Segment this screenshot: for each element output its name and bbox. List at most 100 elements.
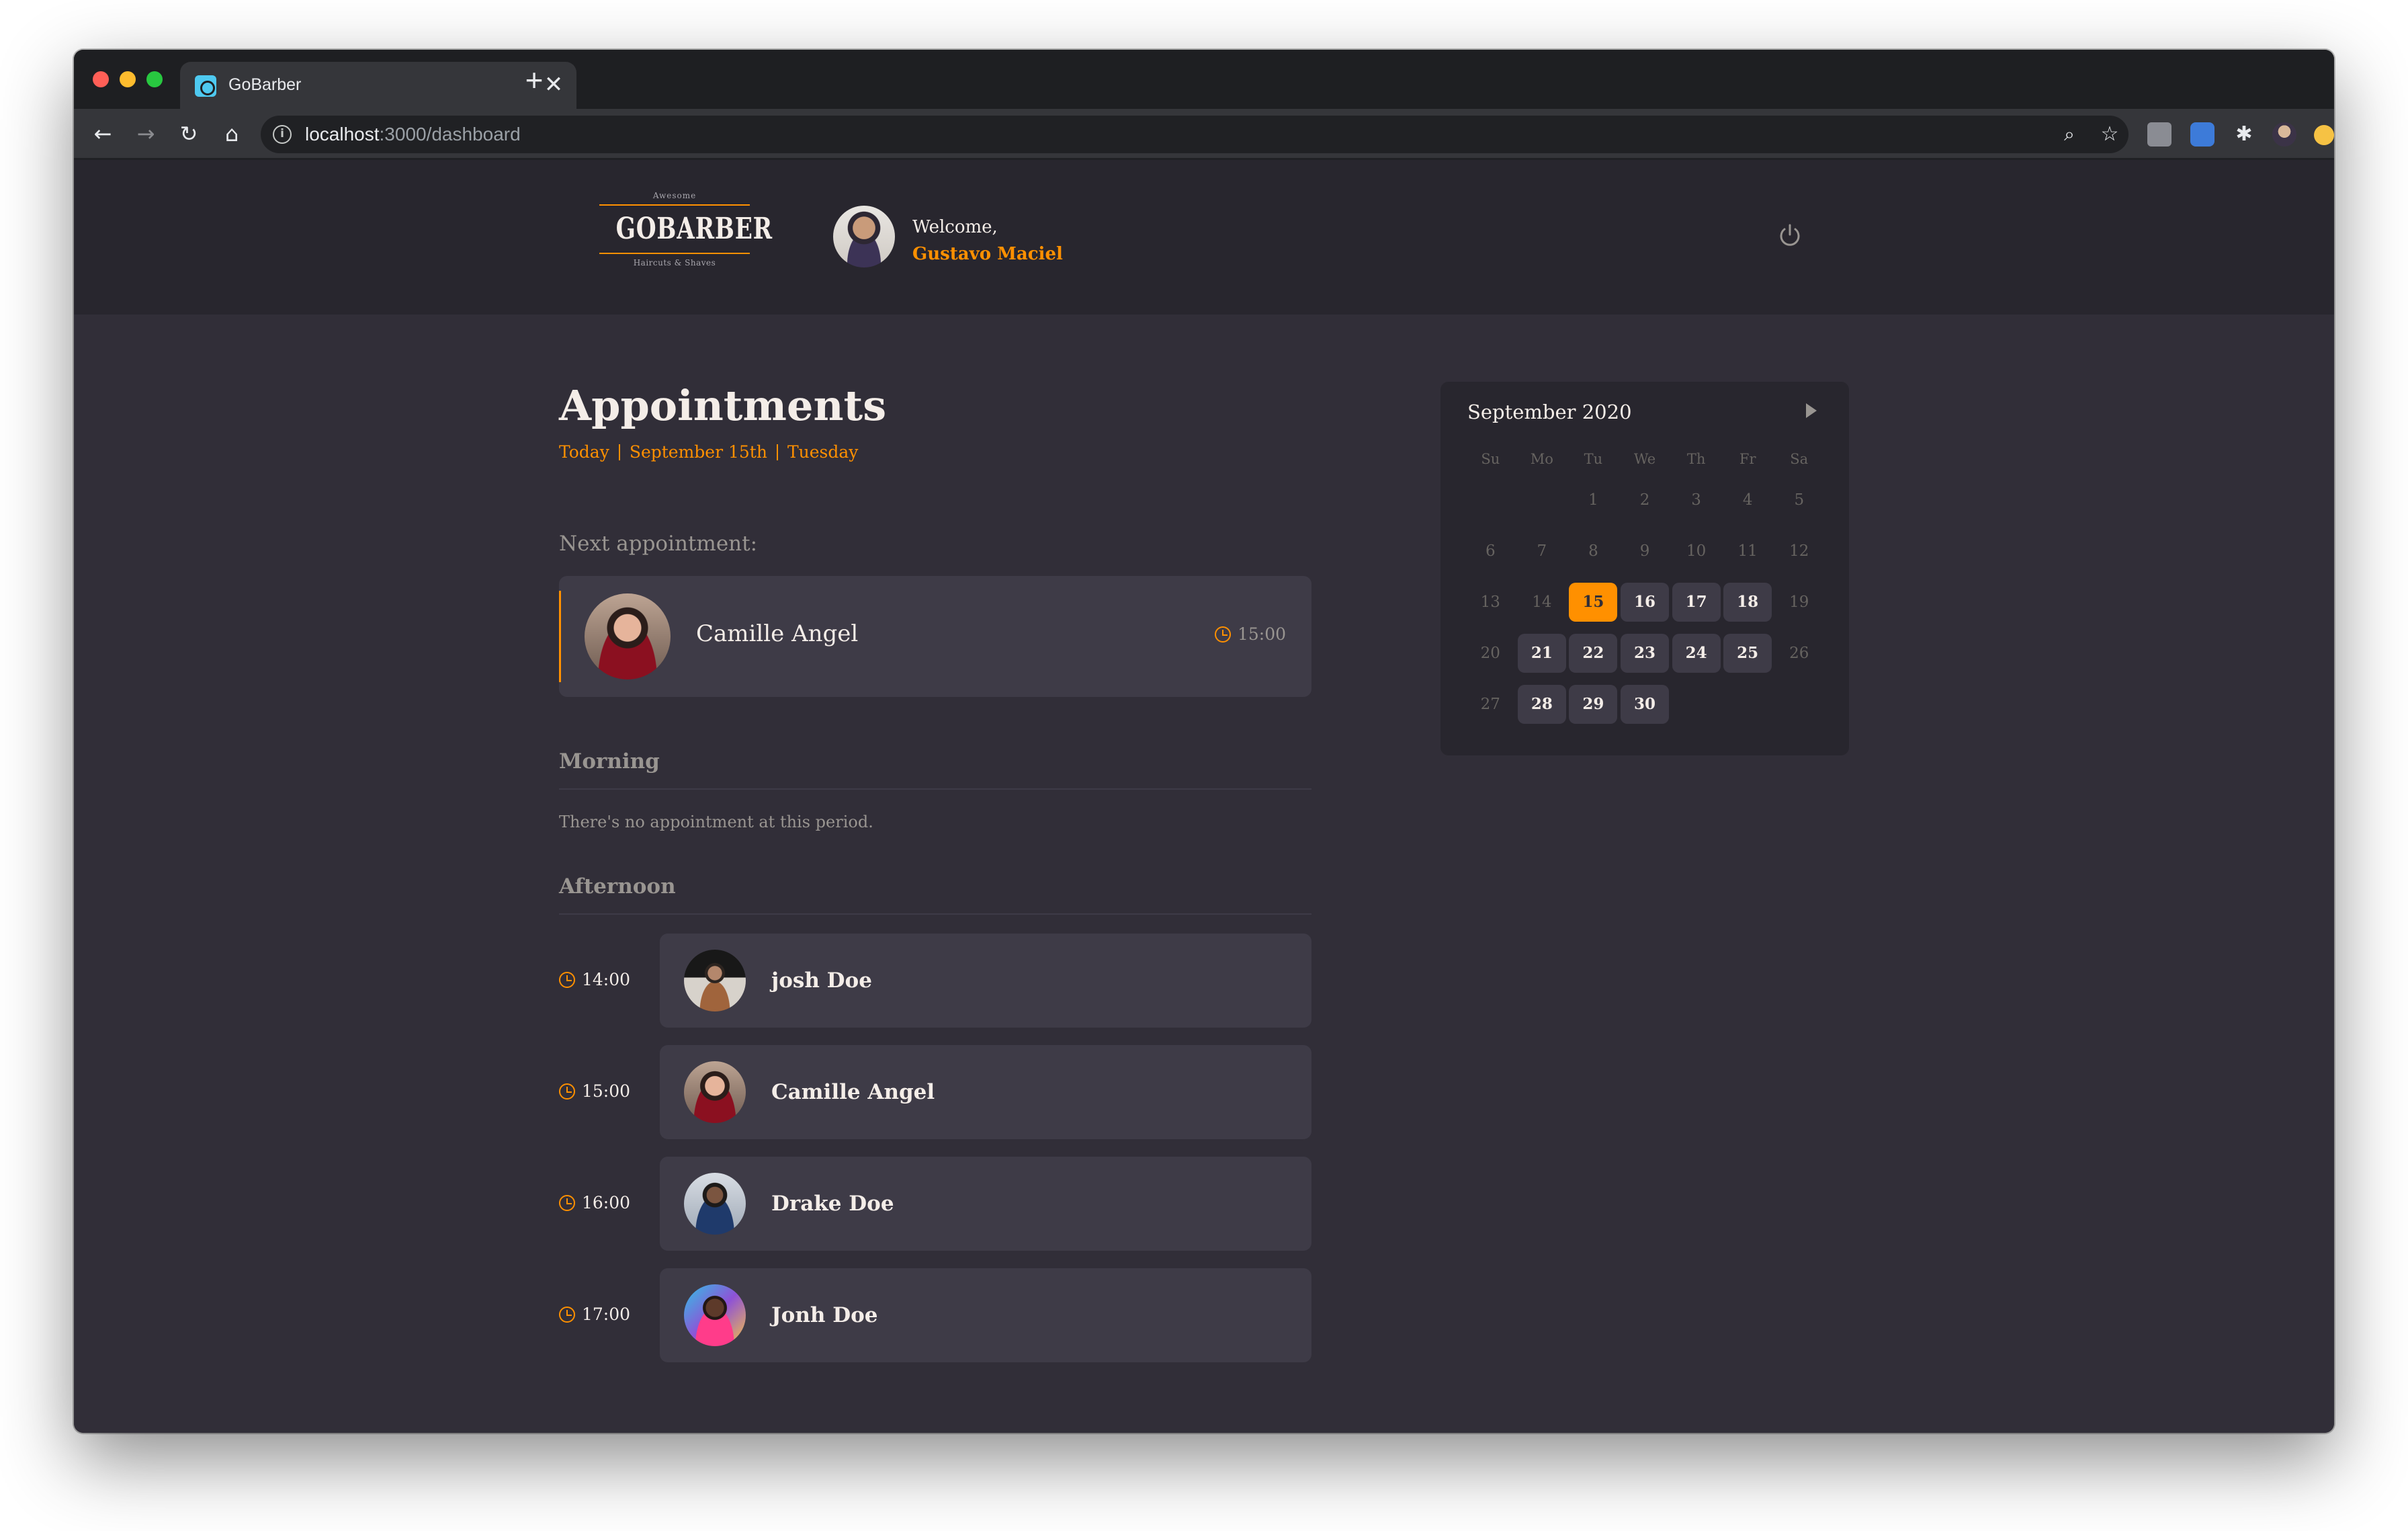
appointment-card[interactable]: Jonh Doe bbox=[660, 1268, 1312, 1362]
avatar bbox=[684, 1173, 746, 1235]
calendar-day-number: 29 bbox=[1569, 685, 1618, 724]
appointment-time: 14:00 bbox=[559, 970, 630, 989]
date-line: Today September 15th Tuesday bbox=[559, 442, 1312, 462]
url-text[interactable]: localhost:3000/dashboard bbox=[305, 124, 521, 145]
next-month-icon[interactable] bbox=[1806, 403, 1817, 418]
calendar-week-row: 1 2 3 4 5 bbox=[1465, 474, 1825, 526]
extension-icon[interactable] bbox=[2190, 122, 2214, 147]
forward-icon[interactable]: → bbox=[130, 118, 161, 149]
afternoon-list: 14:00 josh Doe 15:00 Camille Angel 16:00 bbox=[559, 934, 1312, 1362]
calendar-day: 13 bbox=[1465, 593, 1516, 611]
address-bar[interactable]: i localhost:3000/dashboard ⌕ ☆ bbox=[261, 116, 2128, 153]
calendar-week-row: 6 7 8 9 10 11 12 bbox=[1465, 526, 1825, 577]
calendar-day[interactable]: 18 bbox=[1722, 583, 1774, 622]
calendar-day: 5 bbox=[1773, 491, 1825, 509]
calendar-weekday: Tu bbox=[1584, 451, 1603, 467]
calendar-day[interactable]: 17 bbox=[1670, 583, 1722, 622]
close-window-button[interactable] bbox=[93, 71, 109, 87]
calendar-day: 10 bbox=[1670, 542, 1722, 560]
date-separator bbox=[618, 444, 620, 460]
calendar-day-number: 11 bbox=[1737, 542, 1758, 560]
calendar-day: 11 bbox=[1722, 542, 1774, 560]
profile-avatar-icon[interactable] bbox=[2272, 122, 2296, 147]
new-tab-button[interactable]: + bbox=[517, 63, 551, 97]
calendar-week-row: 27 28 29 30 bbox=[1465, 679, 1825, 730]
calendar-day: 7 bbox=[1516, 542, 1568, 560]
date-today: Today bbox=[559, 442, 609, 462]
appointment-row: 16:00 Drake Doe bbox=[559, 1157, 1312, 1251]
calendar-weekday: Fr bbox=[1739, 451, 1756, 467]
power-icon[interactable] bbox=[1776, 222, 1803, 249]
url-path: :3000/dashboard bbox=[379, 124, 521, 144]
calendar-day-number: 30 bbox=[1621, 685, 1670, 724]
back-icon[interactable]: ← bbox=[87, 118, 118, 149]
calendar-weekday: Su bbox=[1481, 451, 1500, 467]
next-appointment-name: Camille Angel bbox=[696, 620, 859, 647]
calendar-day[interactable]: 30 bbox=[1619, 685, 1671, 724]
appointment-time-text: 15:00 bbox=[582, 1081, 631, 1101]
calendar-day-number: 9 bbox=[1639, 542, 1650, 560]
calendar-day-number: 21 bbox=[1517, 634, 1566, 673]
logo-sub-text: Haircuts & Shaves bbox=[633, 258, 716, 267]
bookmark-star-icon[interactable]: ☆ bbox=[2098, 122, 2122, 147]
calendar-weekday-row: Su Mo Tu We Th Fr Sa bbox=[1465, 444, 1825, 474]
calendar-day[interactable]: 23 bbox=[1619, 634, 1671, 673]
reload-icon[interactable]: ↻ bbox=[173, 118, 204, 149]
appointment-time-text: 14:00 bbox=[582, 970, 631, 989]
user-name-link[interactable]: Gustavo Maciel bbox=[912, 241, 1063, 267]
calendar-day-number: 20 bbox=[1480, 645, 1500, 662]
info-icon[interactable]: i bbox=[273, 125, 292, 144]
next-appointment-label: Next appointment: bbox=[559, 532, 758, 556]
appointment-card[interactable]: josh Doe bbox=[660, 934, 1312, 1028]
calendar-day[interactable]: 22 bbox=[1567, 634, 1619, 673]
calendar-day-number: 16 bbox=[1621, 583, 1670, 622]
puzzle-extensions-icon[interactable]: ✱ bbox=[2232, 122, 2256, 147]
user-avatar[interactable] bbox=[833, 206, 895, 267]
calendar-day: 12 bbox=[1773, 542, 1825, 560]
status-dot-icon[interactable] bbox=[2314, 125, 2334, 145]
calendar-day-number: 17 bbox=[1672, 583, 1721, 622]
calendar-day[interactable]: 29 bbox=[1567, 685, 1619, 724]
calendar-day: 20 bbox=[1465, 645, 1516, 662]
appointment-card[interactable]: Camille Angel bbox=[660, 1045, 1312, 1139]
calendar-day[interactable]: 21 bbox=[1516, 634, 1568, 673]
tab-title: GoBarber bbox=[228, 75, 302, 94]
calendar-day[interactable]: 25 bbox=[1722, 634, 1774, 673]
calendar-day-number: 22 bbox=[1569, 634, 1618, 673]
devtools-extension-icon[interactable] bbox=[2147, 122, 2172, 147]
calendar-day: 27 bbox=[1465, 696, 1516, 713]
calendar-day: 4 bbox=[1722, 491, 1774, 509]
calendar-day[interactable]: 24 bbox=[1670, 634, 1722, 673]
calendar-day: 2 bbox=[1619, 491, 1671, 509]
calendar-day-number: 5 bbox=[1794, 491, 1805, 509]
avatar bbox=[684, 1061, 746, 1123]
morning-empty-message: There's no appointment at this period. bbox=[559, 813, 873, 831]
zoom-window-button[interactable] bbox=[146, 71, 163, 87]
minimize-window-button[interactable] bbox=[120, 71, 136, 87]
calendar-day-number: 2 bbox=[1639, 491, 1650, 509]
browser-window: GoBarber ✕ + ← → ↻ ⌂ i localhost:3000/da… bbox=[74, 50, 2334, 1433]
appointment-card[interactable]: Drake Doe bbox=[660, 1157, 1312, 1251]
calendar-day[interactable]: 16 bbox=[1619, 583, 1671, 622]
appointment-time-text: 17:00 bbox=[582, 1305, 631, 1324]
avatar bbox=[684, 1284, 746, 1346]
home-icon[interactable]: ⌂ bbox=[216, 118, 247, 149]
morning-section-title: Morning bbox=[559, 749, 1312, 790]
date-weekday: Tuesday bbox=[787, 442, 859, 462]
calendar-day: 3 bbox=[1670, 491, 1722, 509]
avatar bbox=[585, 593, 671, 679]
appointment-row: 14:00 josh Doe bbox=[559, 934, 1312, 1028]
next-appointment-time: 15:00 bbox=[1214, 624, 1286, 644]
next-appointment-card[interactable]: Camille Angel 15:00 bbox=[559, 576, 1312, 697]
logo-rule bbox=[599, 204, 750, 206]
appointment-name: Jonh Doe bbox=[771, 1303, 878, 1327]
zoom-icon[interactable]: ⌕ bbox=[2057, 122, 2081, 147]
calendar-day-selected[interactable]: 15 bbox=[1567, 583, 1619, 622]
clock-icon bbox=[559, 1306, 575, 1323]
logo-main-text: GOBARBER bbox=[615, 212, 773, 246]
calendar-weekday: Mo bbox=[1530, 451, 1553, 467]
date-day: September 15th bbox=[629, 442, 767, 462]
calendar-day[interactable]: 28 bbox=[1516, 685, 1568, 724]
calendar-day-number: 15 bbox=[1569, 583, 1618, 622]
welcome-block: Welcome, Gustavo Maciel bbox=[912, 214, 1063, 267]
